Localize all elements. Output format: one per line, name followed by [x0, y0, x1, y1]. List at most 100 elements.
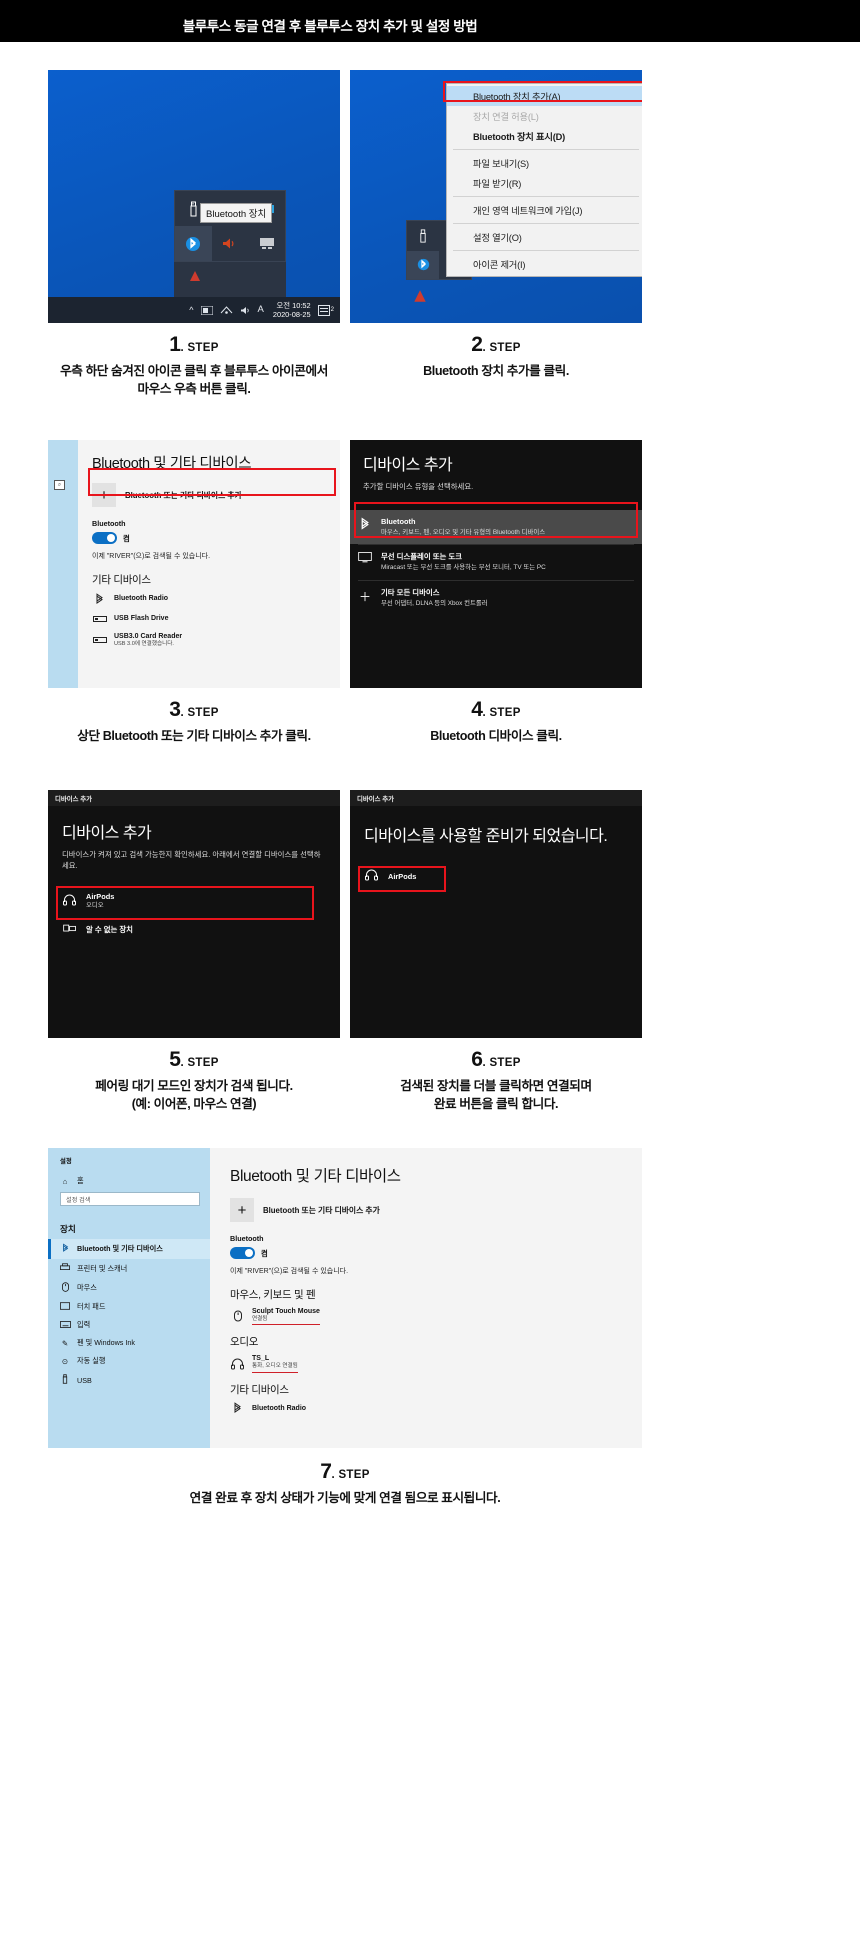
step-1-label: . STEP — [180, 342, 219, 354]
bluetooth-context-menu[interactable]: Bluetooth 장치 추가(A) 장치 연결 허용(L) Bluetooth… — [446, 83, 642, 277]
sidebar-item-mouse-label: 마우스 — [77, 1283, 97, 1292]
sidebar-item-usb[interactable]: USB — [48, 1370, 210, 1390]
device-row-tsl[interactable]: TS_L 통화, 오디오 연결됨 — [230, 1354, 624, 1373]
dialog-titlebar-text-6: 디바이스 추가 — [357, 795, 395, 803]
menu-item-remove-icon[interactable]: 아이콘 제거(I) — [447, 254, 642, 274]
taskbar-volume-icon[interactable] — [240, 306, 251, 315]
bluetooth-toggle-text-3: 켬 — [123, 533, 130, 543]
menu-item-join-pan[interactable]: 개인 영역 네트워크에 가입(J) — [447, 200, 642, 220]
tray-bluetooth-icon[interactable] — [175, 226, 212, 261]
clock-time: 오전 10:52 — [276, 300, 311, 310]
step-6-label: . STEP — [482, 1057, 521, 1069]
device-sub-tsl: 통화, 오디오 연결됨 — [252, 1363, 298, 1370]
menu-item-open-settings[interactable]: 설정 열기(O) — [447, 227, 642, 247]
settings-main-3: Bluetooth 및 기타 디바이스 + Bluetooth 또는 기타 디바… — [78, 440, 340, 688]
step-2-label: . STEP — [482, 342, 521, 354]
bluetooth-icon-7 — [60, 1243, 70, 1255]
dialog-heading-5: 디바이스 추가 — [62, 825, 152, 842]
hidden-tray-popup[interactable] — [174, 190, 286, 262]
discoverable-hint-3: 이제 "RIVER"(으)로 검색될 수 있습니다. — [92, 553, 211, 560]
option-other-devices[interactable]: ＋ 기타 모든 디바이스 무선 어댑터, DLNA 등의 Xbox 컨트롤러 — [350, 581, 642, 616]
step-1-description: 우측 하단 숨겨진 아이콘 클릭 후 블루투스 아이콘에서 마우스 우측 버튼 … — [60, 364, 328, 397]
sidebar-item-usb-label: USB — [77, 1375, 92, 1385]
clock-date: 2020-08-25 — [272, 310, 311, 319]
touchpad-icon-7 — [60, 1302, 70, 1312]
tray-volume-icon[interactable] — [212, 226, 249, 261]
option-wireless-display-title: 무선 디스플레이 또는 도크 — [381, 552, 462, 562]
bluetooth-toggle-7[interactable] — [230, 1247, 255, 1259]
taskbar-network-icon[interactable] — [220, 305, 233, 315]
connected-device-airpods-6[interactable]: AirPods — [356, 863, 636, 890]
settings-sidebar-7: 설정 ⌂ 홈 설정 검색 장치 Bluetooth 및 기타 디바이스 프린터 … — [48, 1148, 210, 1448]
bluetooth-toggle-3[interactable] — [92, 532, 117, 544]
bluetooth-section-label-7: Bluetooth — [230, 1234, 264, 1243]
sidebar-item-printers-label: 프린터 및 스캐너 — [77, 1263, 128, 1273]
tray-ko-ime-icon-2 — [414, 290, 426, 302]
sidebar-item-mouse[interactable]: 마우스 — [48, 1278, 210, 1298]
settings-search-input[interactable]: 설정 검색 — [60, 1192, 200, 1206]
sidebar-item-bluetooth-devices-label: Bluetooth 및 기타 디바이스 — [77, 1244, 163, 1253]
taskbar-ime-indicator[interactable]: A — [258, 305, 264, 315]
taskbar[interactable]: ^ A 오전 10:52 2020-08-25 2 — [48, 297, 340, 323]
taskbar-chevron-up-icon[interactable]: ^ — [189, 305, 193, 315]
page-title: 블루투스 동글 연결 후 블루투스 장치 추가 및 설정 방법 — [182, 19, 478, 34]
option-wireless-display[interactable]: 무선 디스플레이 또는 도크 Miracast 또는 무선 도크를 사용하는 무… — [350, 545, 642, 580]
dialog-titlebar-5: 디바이스 추가 — [48, 790, 340, 806]
tray-bluetooth-icon-2[interactable] — [407, 250, 439, 279]
menu-item-receive-file[interactable]: 파일 받기(R) — [447, 173, 642, 193]
device-row-usb-flash[interactable]: USB Flash Drive — [92, 612, 326, 625]
step-1-screenshot: Bluetooth 장치 ^ A 오전 10:52 2020-08-25 2 — [48, 70, 340, 323]
sidebar-item-printers[interactable]: 프린터 및 스캐너 — [48, 1259, 210, 1278]
device-name-bluetooth-radio: Bluetooth Radio — [114, 594, 169, 602]
menu-item-send-file[interactable]: 파일 보내기(S) — [447, 153, 642, 173]
sidebar-item-typing[interactable]: 입력 — [48, 1316, 210, 1334]
mouse-icon-7b — [230, 1310, 245, 1323]
bluetooth-section-label-3: Bluetooth — [92, 519, 126, 528]
device-row-bluetooth-radio-7[interactable]: Bluetooth Radio — [230, 1402, 624, 1415]
search-icon[interactable]: ⌕ — [54, 480, 65, 490]
sidebar-item-home[interactable]: ⌂ 홈 — [48, 1172, 210, 1190]
step-3-number: 3 — [169, 698, 181, 721]
taskbar-tray-up-icon[interactable] — [200, 305, 213, 315]
add-device-dialog-5: 디바이스 추가 디바이스 추가 디바이스가 켜져 있고 검색 가능한지 확인하세… — [48, 790, 340, 1038]
display-icon-4 — [358, 552, 372, 566]
tray-usb-icon-2[interactable] — [407, 221, 439, 251]
notification-center-icon[interactable]: 2 — [317, 304, 334, 316]
step-4-label: . STEP — [482, 707, 521, 719]
add-device-button-7[interactable]: + Bluetooth 또는 기타 디바이스 추가 — [230, 1198, 624, 1222]
discoverable-hint-7: 이제 "RIVER"(으)로 검색될 수 있습니다. — [230, 1268, 349, 1275]
device-sub-sculpt-mouse: 연결됨 — [252, 1316, 268, 1323]
menu-separator-2 — [453, 196, 639, 197]
menu-item-add-bluetooth-device[interactable]: Bluetooth 장치 추가(A) — [447, 86, 642, 106]
step-5-description: 페어링 대기 모드인 장치가 검색 됩니다. (예: 이어폰, 마우스 연결) — [95, 1079, 293, 1112]
sidebar-item-autoplay[interactable]: ⊙ 자동 실행 — [48, 1352, 210, 1370]
option-bluetooth-sub: 마우스, 키보드, 펜, 오디오 및 기타 유형의 Bluetooth 디바이스 — [381, 528, 546, 536]
bluetooth-toggle-row-3[interactable]: 켬 — [92, 532, 326, 544]
mouse-icon-7 — [60, 1282, 70, 1294]
home-icon: ⌂ — [62, 1176, 68, 1186]
bluetooth-tooltip: Bluetooth 장치 — [200, 203, 273, 223]
found-device-airpods-5[interactable]: AirPods 오디오 — [54, 886, 334, 917]
tray-display-icon[interactable] — [248, 226, 285, 261]
step-6-description: 검색된 장치를 더블 클릭하면 연결되며 완료 버튼을 클릭 합니다. — [400, 1079, 592, 1112]
found-device-unknown-5[interactable]: 알 수 없는 장치 — [54, 917, 334, 943]
sidebar-item-touchpad[interactable]: 터치 패드 — [48, 1298, 210, 1316]
sidebar-item-bluetooth-devices[interactable]: Bluetooth 및 기타 디바이스 — [48, 1239, 210, 1259]
device-row-bluetooth-radio[interactable]: Bluetooth Radio — [92, 592, 326, 605]
add-device-button-3[interactable]: + Bluetooth 또는 기타 디바이스 추가 — [92, 483, 326, 507]
sidebar-item-pen-ink[interactable]: ✎ 펜 및 Windows Ink — [48, 1334, 210, 1352]
step-5-number: 5 — [169, 1048, 181, 1071]
add-device-label-7: Bluetooth 또는 기타 디바이스 추가 — [263, 1205, 380, 1215]
menu-item-show-bluetooth-devices[interactable]: Bluetooth 장치 표시(D) — [447, 126, 642, 146]
option-bluetooth[interactable]: Bluetooth 마우스, 키보드, 펜, 오디오 및 기타 유형의 Blue… — [350, 509, 642, 545]
sidebar-item-touchpad-label: 터치 패드 — [77, 1302, 106, 1311]
sidebar-item-autoplay-label: 자동 실행 — [77, 1356, 106, 1365]
option-bluetooth-title: Bluetooth — [381, 516, 416, 526]
device-row-sculpt-mouse[interactable]: Sculpt Touch Mouse 연결됨 — [230, 1307, 624, 1326]
taskbar-clock[interactable]: 오전 10:52 2020-08-25 — [273, 301, 311, 320]
dialog-subheading-4: 추가할 디바이스 유형을 선택하세요. — [363, 482, 474, 491]
bluetooth-toggle-row-7[interactable]: 켬 — [230, 1247, 624, 1259]
device-row-card-reader[interactable]: USB3.0 Card Reader USB 3.0에 연결했습니다. — [92, 632, 326, 648]
step-1-caption: 1. STEP 우측 하단 숨겨진 아이콘 클릭 후 블루투스 아이콘에서 마우… — [48, 333, 340, 399]
bluetooth-icon-4 — [358, 517, 372, 534]
